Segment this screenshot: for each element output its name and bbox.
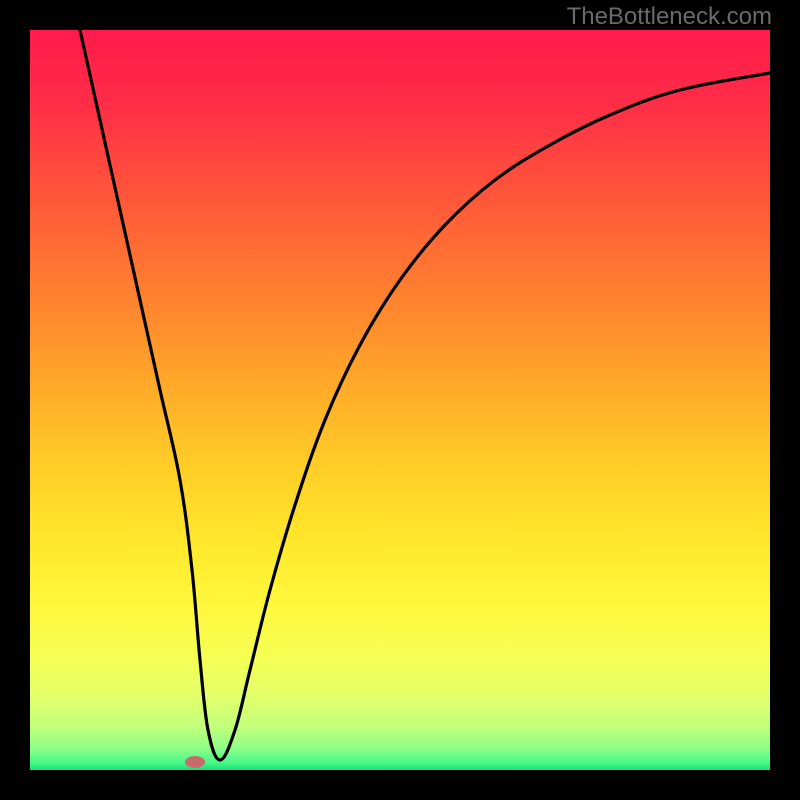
chart-stage: TheBottleneck.com	[0, 0, 800, 800]
chart-svg	[30, 30, 770, 770]
curve-path	[80, 30, 770, 760]
plot-area	[30, 30, 770, 770]
watermark-text: TheBottleneck.com	[567, 3, 772, 31]
bottleneck-marker	[185, 756, 205, 768]
